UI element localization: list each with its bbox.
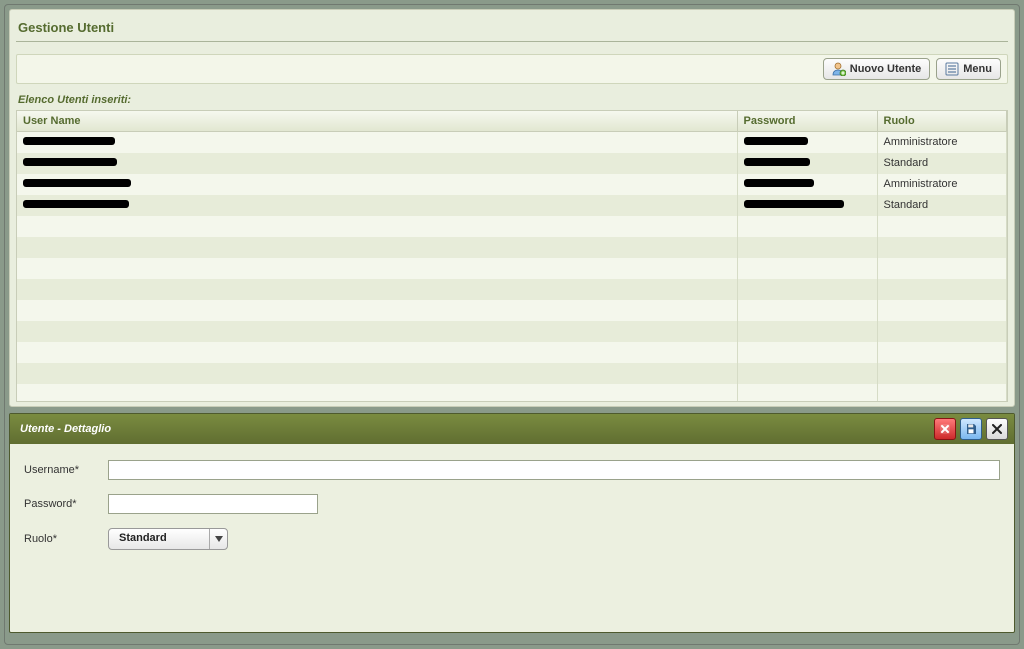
table-row[interactable]: Amministratore: [17, 132, 1007, 153]
detail-header: Utente - Dettaglio: [10, 414, 1014, 444]
new-user-label: Nuovo Utente: [850, 63, 922, 75]
detail-panel: Utente - Dettaglio: [9, 413, 1015, 633]
redacted-password: [744, 158, 810, 166]
list-caption: Elenco Utenti inseriti:: [18, 94, 1006, 106]
role-select[interactable]: Standard: [108, 528, 228, 550]
table-row[interactable]: [17, 300, 1007, 321]
redacted-username: [23, 200, 129, 208]
cell-role: Amministratore: [877, 132, 1007, 153]
save-button[interactable]: [960, 418, 982, 440]
table-row[interactable]: [17, 342, 1007, 363]
detail-body: Username* Password* Ruolo* Standard: [10, 444, 1014, 580]
role-label: Ruolo*: [24, 533, 108, 545]
role-select-value: Standard: [109, 529, 209, 549]
table-row[interactable]: Standard: [17, 153, 1007, 174]
menu-icon: [945, 62, 959, 76]
menu-button[interactable]: Menu: [936, 58, 1001, 80]
redacted-username: [23, 137, 115, 145]
menu-label: Menu: [963, 63, 992, 75]
delete-button[interactable]: [934, 418, 956, 440]
redacted-username: [23, 179, 131, 187]
close-button[interactable]: [986, 418, 1008, 440]
toolbar: Nuovo Utente Menu: [16, 54, 1008, 84]
redacted-username: [23, 158, 117, 166]
delete-icon: [939, 423, 951, 435]
table-row[interactable]: [17, 384, 1007, 403]
page-title: Gestione Utenti: [16, 18, 1008, 41]
username-label: Username*: [24, 464, 108, 476]
cell-role: Standard: [877, 195, 1007, 216]
close-icon: [992, 424, 1002, 434]
redacted-password: [744, 179, 814, 187]
redacted-password: [744, 200, 844, 208]
username-input[interactable]: [108, 460, 1000, 480]
app-container: Gestione Utenti Nuovo Utente: [4, 4, 1020, 645]
save-icon: [965, 423, 977, 435]
redacted-password: [744, 137, 808, 145]
user-table: User Name Password Ruolo Amministratore: [17, 111, 1007, 402]
table-row[interactable]: [17, 216, 1007, 237]
table-row[interactable]: [17, 258, 1007, 279]
divider: [16, 41, 1008, 42]
table-row[interactable]: Standard: [17, 195, 1007, 216]
table-row[interactable]: [17, 279, 1007, 300]
user-add-icon: [832, 62, 846, 76]
table-row[interactable]: Amministratore: [17, 174, 1007, 195]
table-row[interactable]: [17, 321, 1007, 342]
table-row[interactable]: [17, 363, 1007, 384]
main-panel: Gestione Utenti Nuovo Utente: [9, 9, 1015, 407]
cell-role: Standard: [877, 153, 1007, 174]
cell-role: Amministratore: [877, 174, 1007, 195]
detail-title: Utente - Dettaglio: [20, 423, 930, 435]
password-label: Password*: [24, 498, 108, 510]
new-user-button[interactable]: Nuovo Utente: [823, 58, 931, 80]
user-table-wrap: User Name Password Ruolo Amministratore: [16, 110, 1008, 402]
col-username[interactable]: User Name: [17, 111, 737, 132]
chevron-down-icon: [209, 529, 227, 549]
table-row[interactable]: [17, 237, 1007, 258]
col-role[interactable]: Ruolo: [877, 111, 1007, 132]
col-password[interactable]: Password: [737, 111, 877, 132]
password-input[interactable]: [108, 494, 318, 514]
